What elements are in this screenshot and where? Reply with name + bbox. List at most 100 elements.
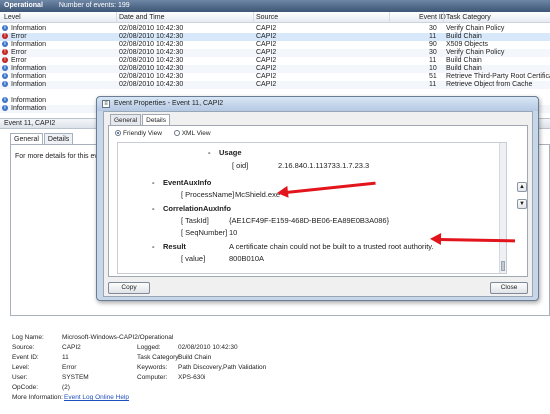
view-mode-options: Friendly View XML View bbox=[115, 130, 211, 137]
event-date: 02/08/2010 10:42:30 bbox=[119, 41, 184, 48]
event-task: Verify Chain Policy bbox=[446, 25, 505, 32]
correlationauxinfo-label: CorrelationAuxInfo bbox=[163, 204, 231, 213]
previous-event-button[interactable]: ▲ bbox=[517, 182, 527, 192]
level-label: Level: bbox=[12, 364, 30, 371]
eventauxinfo-label: EventAuxInfo bbox=[163, 178, 212, 187]
tab-details[interactable]: Details bbox=[43, 133, 74, 144]
column-task-category[interactable]: Task Category bbox=[446, 12, 491, 23]
opcode-label: OpCode: bbox=[12, 384, 39, 391]
dialog-title-bar[interactable]: ≡ Event Properties - Event 11, CAPI2 bbox=[97, 97, 538, 111]
column-event-id[interactable]: Event ID bbox=[419, 12, 446, 23]
event-source: CAPI2 bbox=[256, 33, 277, 40]
event-row[interactable]: i Information 02/08/2010 10:42:30 CAPI2 … bbox=[0, 25, 550, 33]
event-date: 02/08/2010 10:42:30 bbox=[119, 65, 184, 72]
next-event-button[interactable]: ▼ bbox=[517, 199, 527, 209]
event-row[interactable]: i Information 02/08/2010 10:42:30 CAPI2 … bbox=[0, 73, 550, 81]
xml-view-label: XML View bbox=[181, 130, 211, 137]
column-level[interactable]: Level bbox=[4, 12, 21, 23]
event-source: CAPI2 bbox=[256, 25, 277, 32]
log-title-bar: Operational Number of events: 199 bbox=[0, 0, 550, 12]
xml-view-option[interactable]: XML View bbox=[173, 130, 211, 137]
computer-value: XPS-630i bbox=[178, 374, 206, 381]
column-separator bbox=[253, 12, 254, 23]
taskid-key: [ TaskId] bbox=[181, 216, 209, 225]
result-label: Result bbox=[163, 242, 186, 251]
oid-value: 2.16.840.1.113733.1.7.23.3 bbox=[278, 161, 370, 170]
correlationauxinfo-collapse-toggle[interactable]: - bbox=[152, 204, 155, 213]
close-button[interactable]: Close bbox=[490, 282, 528, 294]
event-id: 30 bbox=[429, 49, 437, 56]
result-collapse-toggle[interactable]: - bbox=[152, 242, 155, 251]
event-task: Verify Chain Policy bbox=[446, 49, 505, 56]
dialog-body: General Details Friendly View XML View - … bbox=[103, 111, 533, 297]
event-id: 11 bbox=[429, 33, 437, 40]
event-task: Build Chain bbox=[446, 65, 482, 72]
tab-general[interactable]: General bbox=[10, 133, 43, 144]
processname-key: [ ProcessName] bbox=[181, 190, 235, 199]
logged-value: 02/08/2010 10:42:30 bbox=[178, 344, 238, 351]
event-row[interactable]: i Information 02/08/2010 10:42:30 CAPI2 … bbox=[0, 41, 550, 49]
event-row-selected[interactable]: ! Error 02/08/2010 10:42:30 CAPI2 11 Bui… bbox=[0, 33, 550, 41]
dialog-tab-general[interactable]: General bbox=[110, 114, 142, 125]
event-source: CAPI2 bbox=[256, 73, 277, 80]
event-properties-dialog: ≡ Event Properties - Event 11, CAPI2 Gen… bbox=[96, 96, 539, 301]
level-value: Error bbox=[62, 364, 77, 371]
event-data-viewer[interactable]: - Usage [ oid] 2.16.840.1.113733.1.7.23.… bbox=[117, 142, 507, 274]
event-source: CAPI2 bbox=[256, 81, 277, 88]
event-task: Retrieve Third-Party Root Certifica... bbox=[446, 73, 550, 80]
event-log-online-help-link[interactable]: Event Log Online Help bbox=[64, 394, 129, 401]
log-name-value: Microsoft-Windows-CAPI2/Operational bbox=[62, 334, 174, 341]
event-id-value: 11 bbox=[62, 354, 69, 361]
event-source: CAPI2 bbox=[256, 41, 277, 48]
event-row[interactable]: ! Error 02/08/2010 10:42:30 CAPI2 11 Bui… bbox=[0, 57, 550, 65]
radio-selected-icon bbox=[115, 130, 121, 136]
event-source: CAPI2 bbox=[256, 49, 277, 56]
information-icon: i bbox=[2, 41, 8, 47]
error-icon: ! bbox=[2, 33, 8, 39]
event-viewer-icon: ≡ bbox=[102, 100, 110, 108]
vertical-scrollbar[interactable] bbox=[499, 143, 506, 273]
information-icon: i bbox=[2, 25, 8, 31]
event-date: 02/08/2010 10:42:30 bbox=[119, 25, 184, 32]
event-source: CAPI2 bbox=[256, 57, 277, 64]
friendly-view-option[interactable]: Friendly View bbox=[115, 130, 162, 137]
task-category-label: Task Category: bbox=[137, 354, 181, 361]
event-task: X509 Objects bbox=[446, 41, 489, 48]
dialog-tab-details[interactable]: Details bbox=[142, 114, 170, 125]
processname-value: McShield.exe bbox=[235, 190, 281, 199]
event-date: 02/08/2010 10:42:30 bbox=[119, 57, 184, 64]
event-row[interactable]: ! Error 02/08/2010 10:42:30 CAPI2 30 Ver… bbox=[0, 49, 550, 57]
information-icon: i bbox=[2, 81, 8, 87]
event-date: 02/08/2010 10:42:30 bbox=[119, 49, 184, 56]
column-source[interactable]: Source bbox=[256, 12, 278, 23]
event-row[interactable]: i Information 02/08/2010 10:42:30 CAPI2 … bbox=[0, 81, 550, 89]
event-level: Information bbox=[11, 105, 47, 112]
detail-tabs: General Details bbox=[10, 133, 74, 144]
event-level: Information bbox=[11, 41, 47, 48]
value-value: 800B010A bbox=[229, 254, 265, 263]
event-level: Error bbox=[11, 57, 27, 64]
event-id: 11 bbox=[429, 57, 437, 64]
error-icon: ! bbox=[2, 49, 8, 55]
scrollbar-thumb[interactable] bbox=[501, 261, 505, 271]
column-separator bbox=[389, 12, 390, 23]
event-level: Information bbox=[11, 81, 47, 88]
source-label: Source: bbox=[12, 344, 35, 351]
event-task: Build Chain bbox=[446, 57, 482, 64]
friendly-view-label: Friendly View bbox=[123, 130, 162, 137]
event-id: 11 bbox=[429, 81, 437, 88]
eventauxinfo-collapse-toggle[interactable]: - bbox=[152, 178, 155, 187]
taskid-value: {AE1CF49F-E159-468D-BE06-EA89E0B3A086} bbox=[229, 216, 390, 225]
usage-label: Usage bbox=[219, 148, 242, 157]
event-row[interactable]: i Information 02/08/2010 10:42:30 CAPI2 … bbox=[0, 65, 550, 73]
copy-button[interactable]: Copy bbox=[108, 282, 150, 294]
event-task: Build Chain bbox=[446, 33, 482, 40]
more-information-label: More Information: bbox=[12, 394, 63, 401]
column-separator bbox=[116, 12, 117, 23]
source-value: CAPI2 bbox=[62, 344, 81, 351]
usage-collapse-toggle[interactable]: - bbox=[208, 148, 211, 157]
event-level: Information bbox=[11, 97, 47, 104]
column-date-time[interactable]: Date and Time bbox=[119, 12, 165, 23]
task-category-value: Build Chain bbox=[178, 354, 212, 361]
log-name-label: Log Name: bbox=[12, 334, 44, 341]
